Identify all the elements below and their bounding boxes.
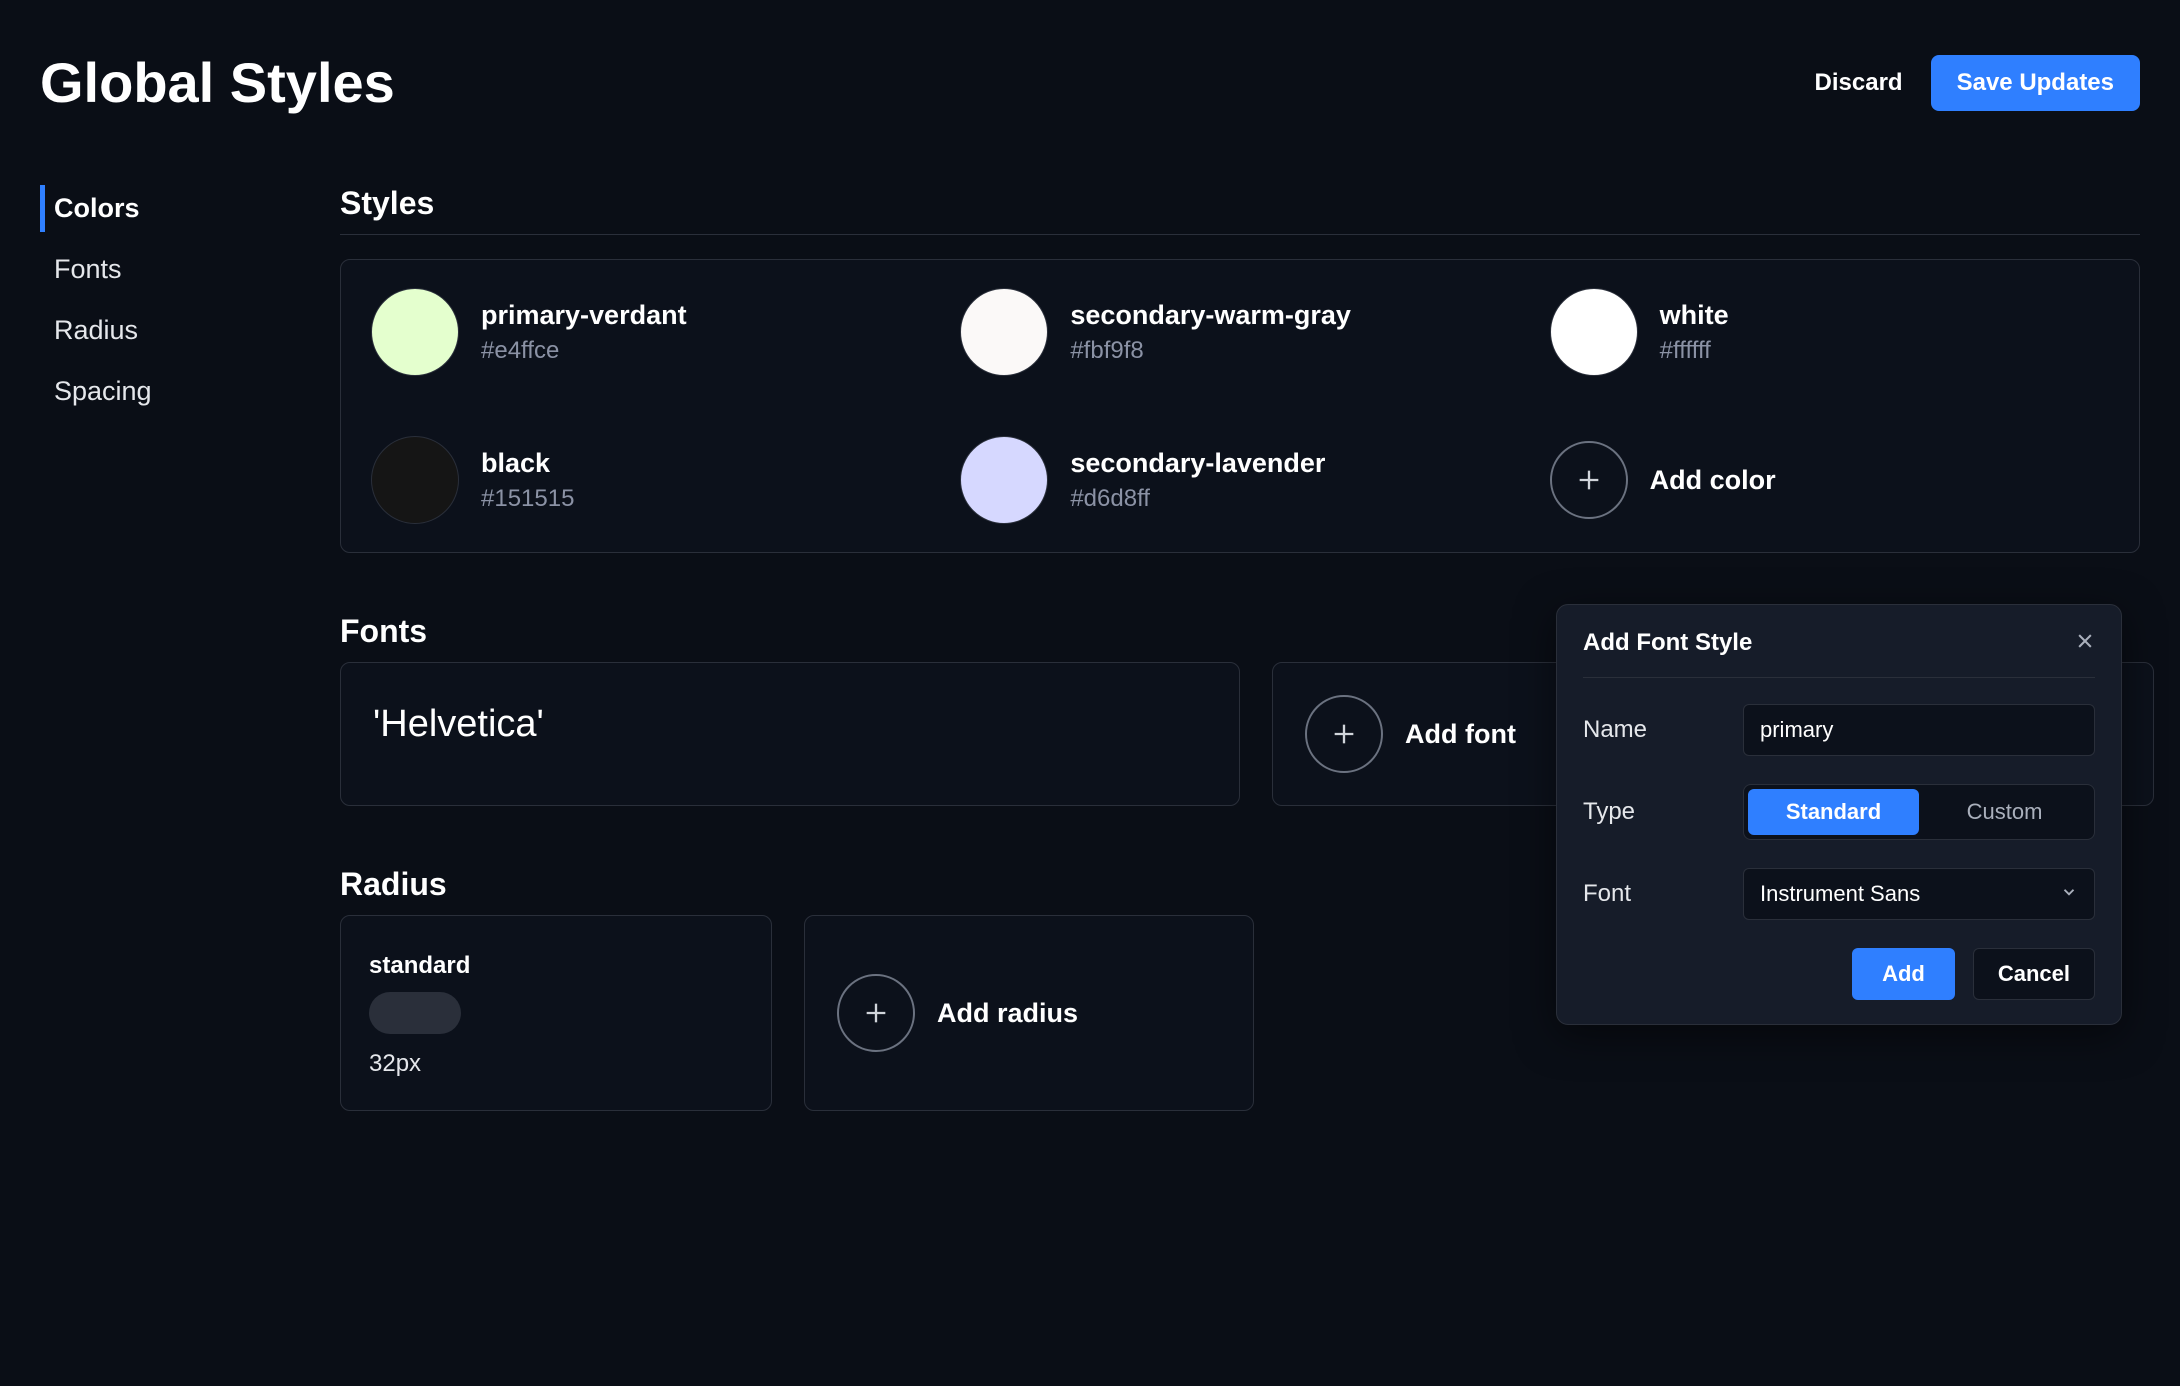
- divider: [340, 234, 2140, 235]
- color-swatch: [371, 436, 459, 524]
- font-card[interactable]: 'Helvetica': [340, 662, 1240, 806]
- color-item[interactable]: primary-verdant #e4ffce: [371, 288, 930, 376]
- radius-name: standard: [369, 952, 743, 980]
- add-radius-label: Add radius: [937, 998, 1078, 1029]
- font-display: 'Helvetica': [373, 703, 544, 745]
- popover-cancel-button[interactable]: Cancel: [1973, 948, 2095, 1000]
- discard-button[interactable]: Discard: [1815, 69, 1903, 97]
- sidebar: Colors Fonts Radius Spacing: [40, 185, 300, 1111]
- type-option-custom[interactable]: Custom: [1919, 789, 2090, 835]
- chevron-down-icon: [2060, 881, 2078, 907]
- colors-card: primary-verdant #e4ffce secondary-warm-g…: [340, 259, 2140, 553]
- color-swatch: [1550, 288, 1638, 376]
- add-color-button[interactable]: Add color: [1550, 436, 2109, 524]
- color-item[interactable]: secondary-warm-gray #fbf9f8: [960, 288, 1519, 376]
- plus-icon: [1305, 695, 1383, 773]
- color-name: black: [481, 448, 574, 479]
- font-label: Font: [1583, 880, 1743, 908]
- name-label: Name: [1583, 716, 1743, 744]
- styles-section-title: Styles: [340, 185, 2140, 222]
- type-label: Type: [1583, 798, 1743, 826]
- add-font-popover: Add Font Style Name Type Standard Custom…: [1556, 604, 2122, 1025]
- name-input[interactable]: [1743, 704, 2095, 756]
- radius-card[interactable]: standard 32px: [340, 915, 772, 1111]
- color-hex: #e4ffce: [481, 337, 687, 365]
- color-hex: #ffffff: [1660, 337, 1729, 365]
- plus-icon: [837, 974, 915, 1052]
- color-swatch: [960, 288, 1048, 376]
- sidebar-item-spacing[interactable]: Spacing: [40, 368, 300, 415]
- add-color-label: Add color: [1650, 465, 1776, 496]
- plus-icon: [1550, 441, 1628, 519]
- sidebar-item-radius[interactable]: Radius: [40, 307, 300, 354]
- type-segmented: Standard Custom: [1743, 784, 2095, 840]
- header-actions: Discard Save Updates: [1815, 55, 2140, 111]
- color-name: white: [1660, 300, 1729, 331]
- sidebar-item-fonts[interactable]: Fonts: [40, 246, 300, 293]
- color-name: primary-verdant: [481, 300, 687, 331]
- color-hex: #fbf9f8: [1070, 337, 1351, 365]
- color-hex: #d6d8ff: [1070, 485, 1325, 513]
- popover-add-button[interactable]: Add: [1852, 948, 1955, 1000]
- add-radius-button[interactable]: Add radius: [804, 915, 1254, 1111]
- font-select-value: Instrument Sans: [1760, 881, 1920, 907]
- radius-preview: [369, 992, 461, 1034]
- radius-value: 32px: [369, 1050, 743, 1078]
- close-icon[interactable]: [2075, 631, 2095, 656]
- color-item[interactable]: white #ffffff: [1550, 288, 2109, 376]
- color-swatch: [371, 288, 459, 376]
- color-swatch: [960, 436, 1048, 524]
- page-header: Global Styles Discard Save Updates: [40, 50, 2140, 115]
- color-hex: #151515: [481, 485, 574, 513]
- color-item[interactable]: black #151515: [371, 436, 930, 524]
- color-name: secondary-lavender: [1070, 448, 1325, 479]
- popover-title: Add Font Style: [1583, 629, 1752, 657]
- font-select[interactable]: Instrument Sans: [1743, 868, 2095, 920]
- color-name: secondary-warm-gray: [1070, 300, 1351, 331]
- type-option-standard[interactable]: Standard: [1748, 789, 1919, 835]
- page-title: Global Styles: [40, 50, 395, 115]
- add-font-label: Add font: [1405, 719, 1516, 750]
- save-updates-button[interactable]: Save Updates: [1931, 55, 2140, 111]
- color-item[interactable]: secondary-lavender #d6d8ff: [960, 436, 1519, 524]
- sidebar-item-colors[interactable]: Colors: [40, 185, 300, 232]
